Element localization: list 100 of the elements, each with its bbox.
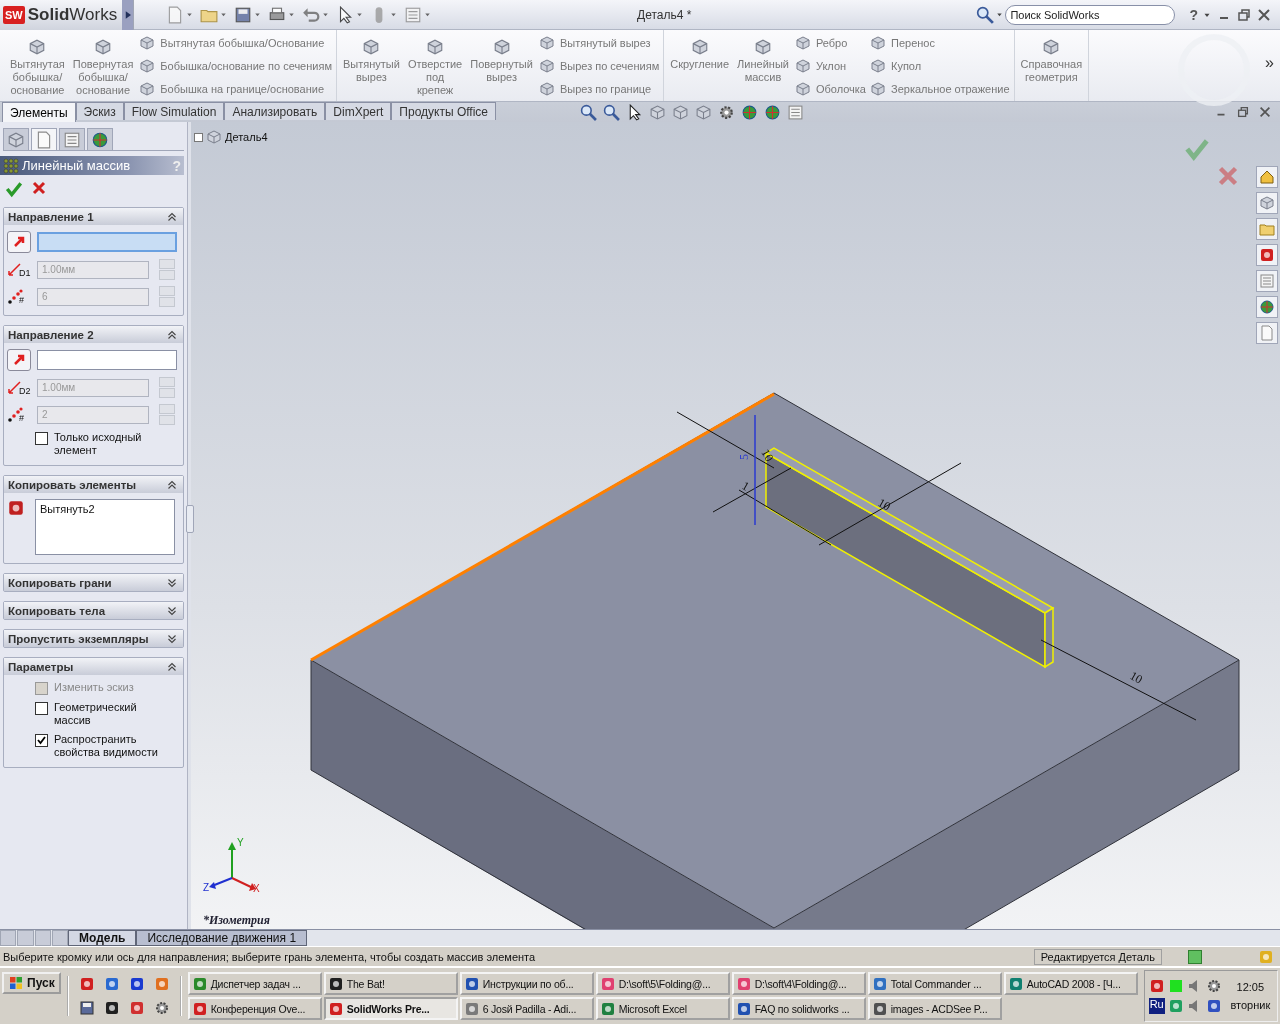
model-tab[interactable]: Исследование движения 1	[136, 930, 308, 947]
app-icon[interactable]	[103, 1000, 120, 1017]
checkbox[interactable]	[35, 432, 48, 445]
cube-icon[interactable]	[695, 103, 713, 121]
caret-icon[interactable]	[995, 10, 1005, 19]
panel-tab[interactable]	[31, 128, 57, 150]
cube-icon[interactable]	[649, 103, 667, 121]
ribbon-button[interactable]: Повернутый вырез	[468, 34, 535, 88]
gear-icon[interactable]	[1205, 978, 1222, 995]
taskbar-button[interactable]: Total Commander ...	[867, 972, 1002, 996]
ribbon-button[interactable]: Справочная геометрия	[1018, 34, 1085, 88]
taskbar-button[interactable]: D:\soft\4\Folding@...	[731, 972, 866, 996]
taskbar-button[interactable]: Диспетчер задач ...	[187, 972, 322, 996]
app-icon[interactable]	[1205, 998, 1222, 1015]
undo-icon[interactable]	[302, 5, 321, 24]
language-indicator[interactable]: Ru	[1148, 998, 1165, 1015]
zoom-icon[interactable]	[976, 5, 995, 24]
app-icon[interactable]	[1259, 247, 1275, 263]
model-tab[interactable]: Модель	[68, 930, 137, 947]
direction-field[interactable]	[37, 232, 177, 252]
folder-icon[interactable]	[1259, 221, 1275, 237]
caret-icon[interactable]	[185, 10, 195, 19]
cube-icon[interactable]	[1259, 195, 1275, 211]
section-header[interactable]: Направление 1	[4, 208, 183, 225]
ribbon-button[interactable]: Вытянутая бобышка/основание	[8, 34, 67, 101]
ribbon-button[interactable]: Вытянутая бобышка/Основание	[139, 34, 332, 52]
section-header[interactable]: Параметры	[4, 658, 183, 675]
ribbon-button[interactable]: Перенос	[870, 34, 1010, 52]
start-button[interactable]: Пуск	[2, 972, 61, 995]
section-header[interactable]: Пропустить экземпляры	[4, 630, 183, 647]
more-button[interactable]: »	[1265, 54, 1274, 72]
taskbar-button[interactable]: Инструкции по об...	[459, 972, 594, 996]
ribbon-button[interactable]: Скругление	[668, 34, 732, 75]
caret-icon[interactable]	[287, 10, 297, 19]
ribbon-button[interactable]: Вырез по границе	[538, 80, 660, 98]
direction-button[interactable]	[7, 231, 31, 253]
ribbon-button[interactable]: Отверстие под крепеж	[405, 34, 465, 101]
search-field[interactable]: Поиск SolidWorks	[1005, 4, 1176, 25]
caret-icon[interactable]	[389, 10, 399, 19]
command-tab[interactable]: Анализировать	[224, 102, 326, 120]
checkbox[interactable]	[35, 734, 48, 747]
caret-icon[interactable]	[219, 10, 229, 19]
ok-button[interactable]	[5, 180, 23, 198]
gear-icon[interactable]	[153, 1000, 170, 1017]
help-button[interactable]: ?	[1189, 6, 1198, 23]
command-tab[interactable]: Flow Simulation	[123, 102, 225, 120]
ribbon-button[interactable]: Вытянутый вырез	[538, 34, 660, 52]
globe-icon[interactable]	[764, 103, 782, 121]
command-tab[interactable]: Эскиз	[75, 102, 124, 120]
ribbon-button[interactable]: Линейный массив	[735, 34, 791, 88]
close-icon[interactable]	[1258, 105, 1272, 119]
command-tab[interactable]: Элементы	[2, 102, 76, 122]
close-icon[interactable]	[1256, 6, 1272, 23]
ribbon-button[interactable]: Повернутая бобышка/основание	[70, 34, 136, 101]
tree-item[interactable]: Деталь4	[225, 131, 268, 143]
zoom-icon[interactable]	[580, 103, 598, 121]
ribbon-button[interactable]: Вырез по сечениям	[538, 57, 660, 75]
ribbon-button[interactable]: Зеркальное отражение	[870, 80, 1010, 98]
direction-field[interactable]	[37, 350, 177, 370]
nav-button[interactable]	[0, 930, 17, 947]
ribbon-button[interactable]: Бобышка/основание по сечениям	[139, 57, 332, 75]
nav-button[interactable]	[51, 930, 68, 947]
section-header[interactable]: Направление 2	[4, 326, 183, 343]
collapse-handle[interactable]	[186, 505, 194, 533]
caret-icon[interactable]	[423, 10, 433, 19]
list-box[interactable]: Вытянуть2	[35, 499, 175, 555]
zoom-icon[interactable]	[603, 103, 621, 121]
expand-toggle[interactable]	[194, 132, 203, 142]
list-item[interactable]: Вытянуть2	[40, 503, 170, 515]
globe-icon[interactable]	[741, 103, 759, 121]
save-icon[interactable]	[234, 5, 253, 24]
app-icon[interactable]	[128, 976, 145, 993]
taskbar-button[interactable]: D:\soft\5\Folding@...	[595, 972, 730, 996]
menu-arrow-button[interactable]	[122, 0, 134, 30]
document-icon[interactable]	[1259, 325, 1275, 341]
caret-icon[interactable]	[253, 10, 263, 19]
caret-icon[interactable]	[355, 10, 365, 19]
save-icon[interactable]	[78, 1000, 95, 1017]
list-icon[interactable]	[404, 5, 423, 24]
ribbon-button[interactable]: Уклон	[794, 57, 866, 75]
taskbar-button[interactable]: AutoCAD 2008 - [Ч...	[1003, 972, 1138, 996]
taskbar-button[interactable]: images - ACDSee P...	[867, 997, 1002, 1021]
panel-tab[interactable]	[87, 128, 113, 150]
taskbar-button[interactable]: 6 Josй Padilla - Adi...	[459, 997, 594, 1021]
ribbon-button[interactable]: Бобышка на границе/основание	[139, 80, 332, 98]
cancel-button[interactable]	[1216, 164, 1240, 188]
nav-button[interactable]	[17, 930, 34, 947]
section-header[interactable]: Копировать тела	[4, 602, 183, 619]
ribbon-button[interactable]: Ребро	[794, 34, 866, 52]
command-tab[interactable]: DimXpert	[325, 102, 392, 120]
ribbon-button[interactable]: Купол	[870, 57, 1010, 75]
restore-icon[interactable]	[1236, 105, 1250, 119]
restore-icon[interactable]	[1236, 6, 1252, 23]
taskbar-button[interactable]: The Bat!	[323, 972, 458, 996]
checkbox[interactable]	[35, 702, 48, 715]
globe-icon[interactable]	[1259, 299, 1275, 315]
section-header[interactable]: Копировать грани	[4, 574, 183, 591]
command-tab[interactable]: Продукты Office	[391, 102, 497, 120]
taskbar-button[interactable]: Конференция Ove...	[187, 997, 322, 1021]
panel-tab[interactable]	[3, 128, 29, 150]
